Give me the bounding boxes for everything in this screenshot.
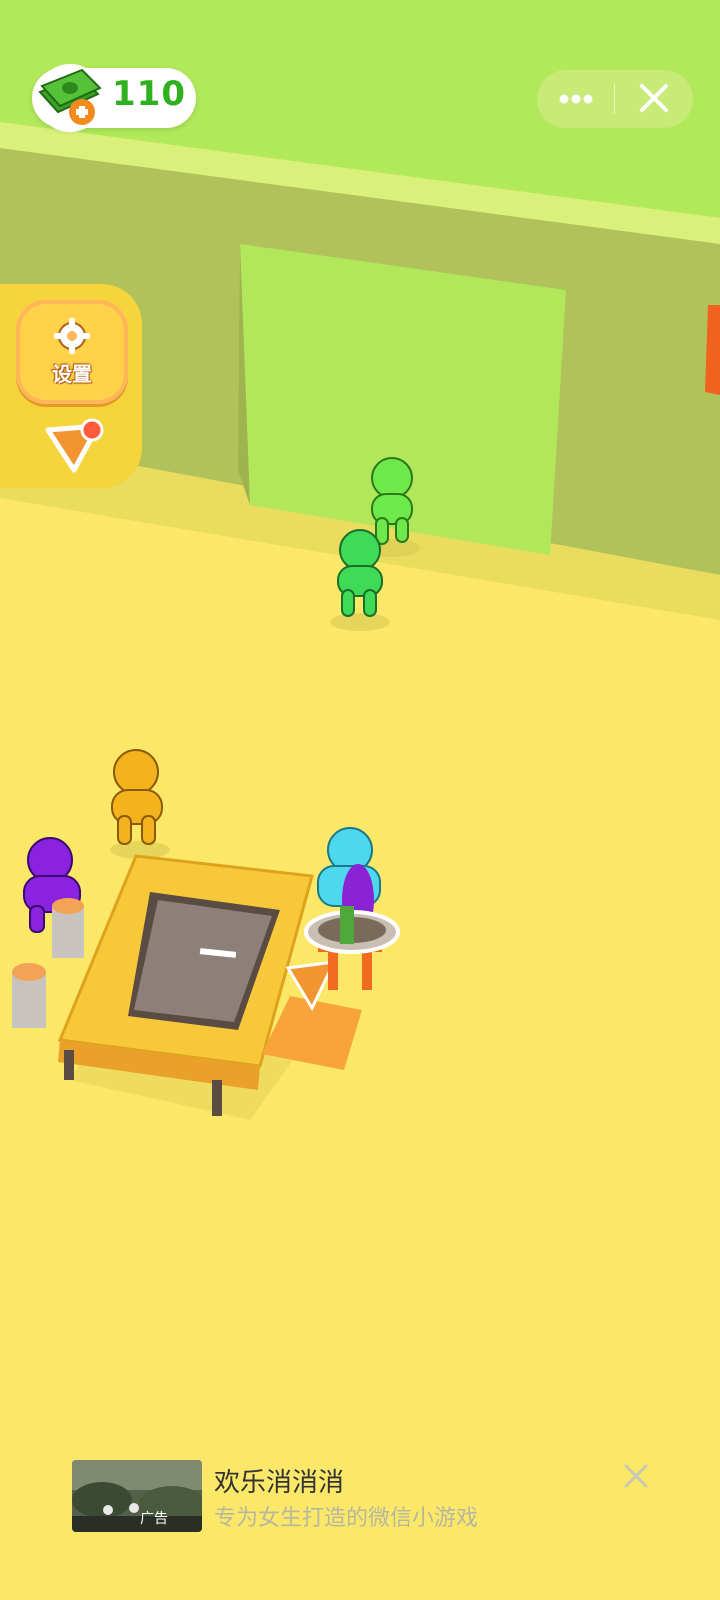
notification-badge (80, 418, 104, 442)
settings-button[interactable]: 设置 (16, 300, 128, 404)
stool-1 (52, 898, 84, 958)
navigation-arrow-icon[interactable] (28, 408, 116, 488)
miniprogram-capsule (537, 70, 693, 128)
ad-thumbnail (72, 1460, 202, 1532)
currency-counter[interactable]: 110 (32, 64, 196, 132)
close-icon[interactable] (620, 1460, 652, 1492)
game-scene[interactable] (0, 0, 720, 1600)
cash-plus-icon (36, 64, 104, 132)
ad-subtitle: 专为女生打造的微信小游戏 (214, 1506, 479, 1531)
ad-title: 欢乐消消消 (214, 1468, 345, 1498)
more-dots-icon[interactable] (537, 70, 614, 128)
settings-label: 设置 (52, 362, 92, 386)
ad-tag: 广告 (140, 1511, 168, 1527)
currency-amount: 110 (112, 74, 186, 114)
gear-icon (54, 318, 90, 354)
ad-banner[interactable]: 广告 欢乐消消消 专为女生打造的微信小游戏 (0, 1460, 720, 1570)
close-icon[interactable] (615, 70, 693, 128)
stool-2 (12, 963, 46, 1028)
